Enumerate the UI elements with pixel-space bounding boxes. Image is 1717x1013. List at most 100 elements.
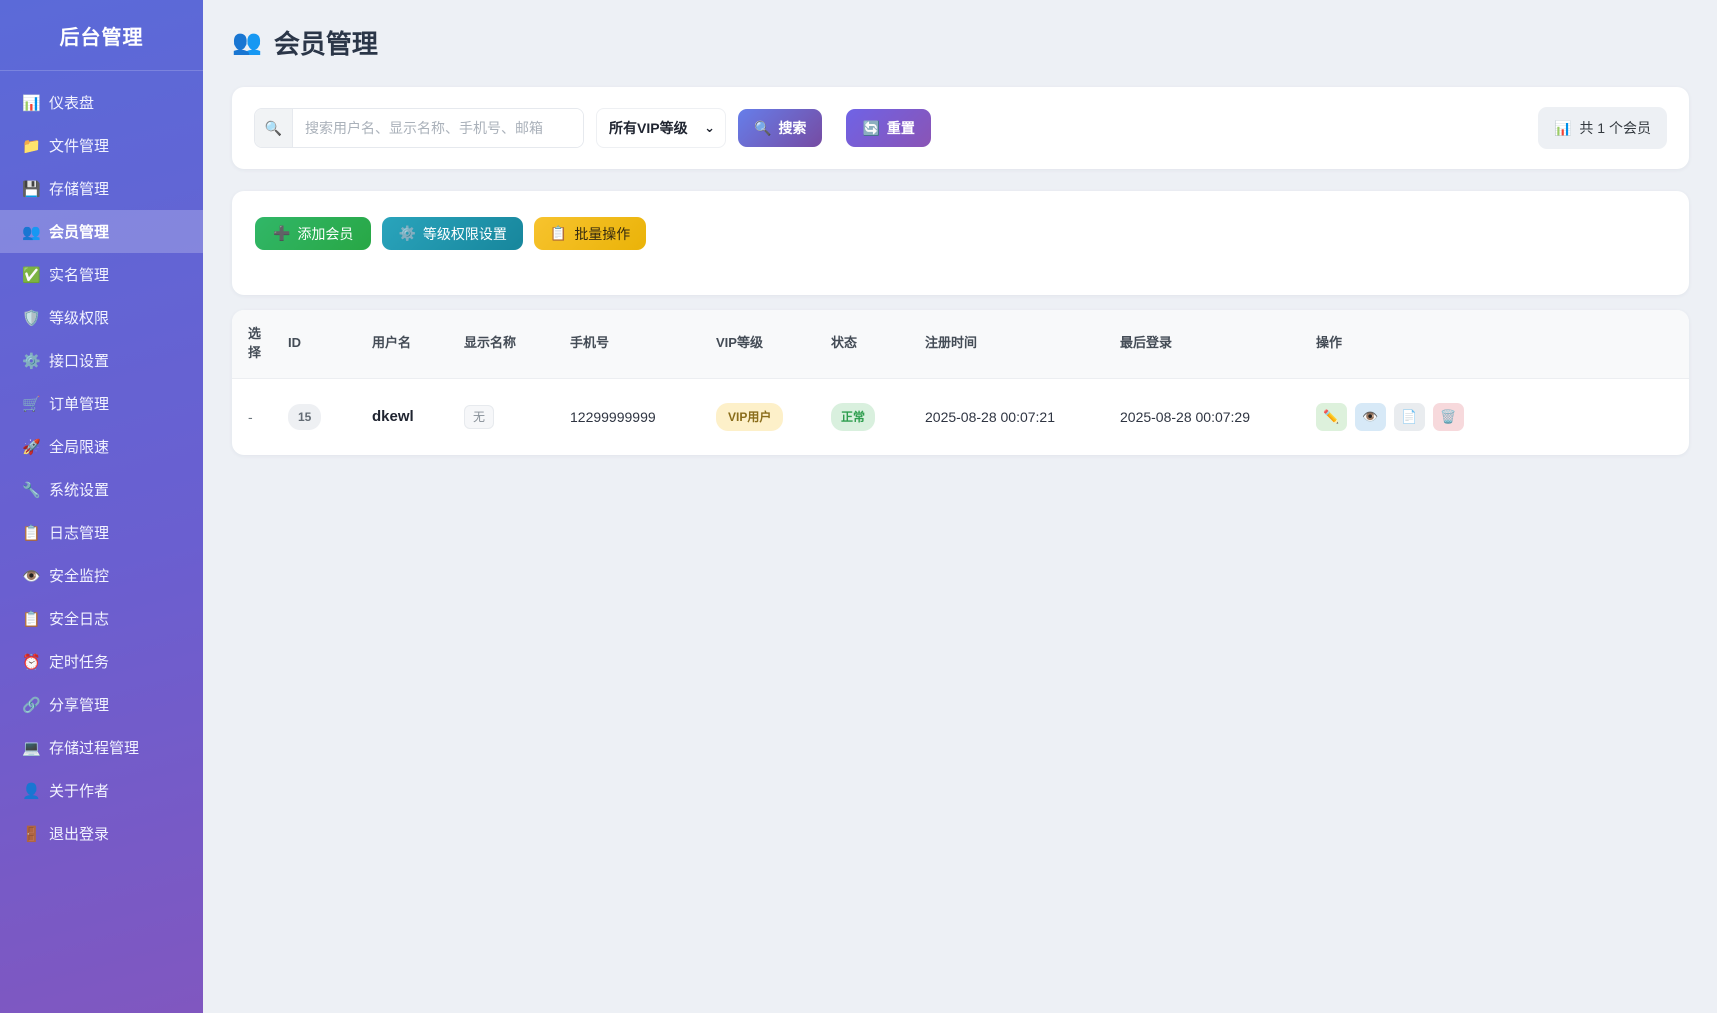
row-select[interactable]: - bbox=[248, 409, 253, 425]
sidebar-item[interactable]: 🛡️ 等级权限 bbox=[0, 296, 203, 339]
sidebar-item[interactable]: 👥 会员管理 bbox=[0, 210, 203, 253]
sidebar-item-icon: ✅ bbox=[22, 266, 40, 284]
sidebar-item[interactable]: 👁️ 安全监控 bbox=[0, 554, 203, 597]
sidebar-item[interactable]: 🔗 分享管理 bbox=[0, 683, 203, 726]
row-phone: 12299999999 bbox=[570, 409, 656, 425]
sidebar-item-label: 安全监控 bbox=[49, 565, 109, 586]
row-last-login: 2025-08-28 00:07:29 bbox=[1120, 409, 1250, 425]
sidebar-item[interactable]: 🚀 全局限速 bbox=[0, 425, 203, 468]
sidebar-item[interactable]: 💻 存储过程管理 bbox=[0, 726, 203, 769]
sidebar-item-label: 订单管理 bbox=[49, 393, 109, 414]
sidebar-item-icon: 📋 bbox=[22, 610, 40, 628]
plus-icon: ➕ bbox=[273, 225, 290, 242]
delete-button[interactable]: 🗑️ bbox=[1433, 403, 1464, 431]
sidebar-item-icon: 📊 bbox=[22, 94, 40, 112]
gear-icon: ⚙️ bbox=[398, 225, 415, 242]
table-header-cell: VIP等级 bbox=[700, 310, 815, 378]
sidebar-item[interactable]: ⏰ 定时任务 bbox=[0, 640, 203, 683]
sidebar-item[interactable]: 📋 安全日志 bbox=[0, 597, 203, 640]
sidebar-item[interactable]: 🛒 订单管理 bbox=[0, 382, 203, 425]
reset-button[interactable]: 🔄 重置 bbox=[846, 109, 930, 147]
sidebar-item-icon: 📋 bbox=[22, 524, 40, 542]
sidebar-item[interactable]: 👤 关于作者 bbox=[0, 769, 203, 812]
sidebar-item-label: 接口设置 bbox=[49, 350, 109, 371]
sidebar-item-label: 会员管理 bbox=[49, 221, 109, 242]
table-row: - 15 dkewl 无 12299999999 VIP用户 正常 2025-0… bbox=[232, 378, 1689, 455]
sidebar-item-icon: 👁️ bbox=[22, 567, 40, 585]
sidebar-item-label: 分享管理 bbox=[49, 694, 109, 715]
actions-card: ➕ 添加会员 ⚙️ 等级权限设置 📋 批量操作 bbox=[232, 191, 1689, 295]
sidebar-item-label: 关于作者 bbox=[49, 780, 109, 801]
app-title: 后台管理 bbox=[0, 0, 203, 71]
search-button-label: 搜索 bbox=[778, 118, 806, 138]
table-header-cell: 用户名 bbox=[356, 310, 448, 378]
table-header-cell: 最后登录 bbox=[1104, 310, 1300, 378]
level-permission-label: 等级权限设置 bbox=[423, 224, 507, 244]
table-header-cell: 状态 bbox=[815, 310, 909, 378]
sidebar-item[interactable]: ✅ 实名管理 bbox=[0, 253, 203, 296]
members-icon: 👥 bbox=[232, 28, 262, 57]
sidebar-item[interactable]: 📊 仪表盘 bbox=[0, 81, 203, 124]
clipboard-icon: 📋 bbox=[550, 225, 567, 242]
sidebar-item-icon: 🚪 bbox=[22, 825, 40, 843]
sidebar-item[interactable]: 🔧 系统设置 bbox=[0, 468, 203, 511]
sidebar-item[interactable]: 📋 日志管理 bbox=[0, 511, 203, 554]
batch-ops-button[interactable]: 📋 批量操作 bbox=[534, 217, 646, 250]
sidebar-item-label: 文件管理 bbox=[49, 135, 109, 156]
sidebar-item-icon: ⏰ bbox=[22, 653, 40, 671]
search-icon: 🔍 bbox=[255, 109, 293, 147]
sidebar-item-label: 退出登录 bbox=[49, 823, 109, 844]
sidebar-item-label: 存储过程管理 bbox=[49, 737, 139, 758]
reset-button-label: 重置 bbox=[887, 118, 915, 138]
sidebar-item-label: 日志管理 bbox=[49, 522, 109, 543]
sidebar-item[interactable]: ⚙️ 接口设置 bbox=[0, 339, 203, 382]
bar-chart-icon: 📊 bbox=[1554, 120, 1571, 137]
reset-icon: 🔄 bbox=[862, 120, 879, 137]
sidebar-item[interactable]: 📁 文件管理 bbox=[0, 124, 203, 167]
sidebar-item-icon: 💻 bbox=[22, 739, 40, 757]
add-member-label: 添加会员 bbox=[297, 224, 353, 244]
sidebar-item-icon: 👤 bbox=[22, 782, 40, 800]
sidebar-item-icon: 👥 bbox=[22, 223, 40, 241]
delete-icon: 🗑️ bbox=[1440, 409, 1456, 425]
level-permission-button[interactable]: ⚙️ 等级权限设置 bbox=[382, 217, 522, 250]
search-input-group: 🔍 bbox=[254, 108, 584, 148]
view-button[interactable]: 👁️ bbox=[1355, 403, 1386, 431]
add-member-button[interactable]: ➕ 添加会员 bbox=[255, 217, 371, 250]
search-filter-card: 🔍 所有VIP等级 ⌄ 🔍 搜索 🔄 重置 📊 共 1 个会员 bbox=[232, 87, 1689, 169]
sidebar-item[interactable]: 💾 存储管理 bbox=[0, 167, 203, 210]
page-title-text: 会员管理 bbox=[274, 24, 378, 61]
sidebar-item-icon: 🚀 bbox=[22, 438, 40, 456]
chevron-down-icon: ⌄ bbox=[704, 120, 715, 136]
row-register-time: 2025-08-28 00:07:21 bbox=[925, 409, 1055, 425]
members-table: 选择ID用户名显示名称手机号VIP等级状态注册时间最后登录操作 - 15 dke… bbox=[232, 310, 1689, 455]
search-button[interactable]: 🔍 搜索 bbox=[738, 109, 822, 147]
row-display-name-badge: 无 bbox=[464, 405, 494, 429]
search-button-icon: 🔍 bbox=[754, 120, 771, 137]
sidebar-item-label: 仪表盘 bbox=[49, 92, 94, 113]
sidebar-item-icon: 🔗 bbox=[22, 696, 40, 714]
view-icon: 👁️ bbox=[1362, 409, 1378, 425]
vip-level-select-value: 所有VIP等级 bbox=[609, 118, 688, 138]
table-header-cell: 选择 bbox=[232, 310, 272, 378]
search-input[interactable] bbox=[293, 109, 583, 147]
table-header-cell: 手机号 bbox=[554, 310, 700, 378]
batch-ops-label: 批量操作 bbox=[574, 224, 630, 244]
sidebar: 后台管理 📊 仪表盘 📁 文件管理 💾 存储管理 👥 会员管理 ✅ 实名管理 🛡… bbox=[0, 0, 203, 1013]
row-id-badge: 15 bbox=[288, 404, 321, 430]
member-count-label: 共 1 个会员 bbox=[1579, 118, 1651, 138]
sidebar-menu: 📊 仪表盘 📁 文件管理 💾 存储管理 👥 会员管理 ✅ 实名管理 🛡️ 等级权… bbox=[0, 71, 203, 855]
page-title: 👥 会员管理 bbox=[232, 24, 1689, 61]
table-header-cell: 注册时间 bbox=[909, 310, 1104, 378]
members-table-card: 选择ID用户名显示名称手机号VIP等级状态注册时间最后登录操作 - 15 dke… bbox=[232, 310, 1689, 455]
sidebar-item-label: 系统设置 bbox=[49, 479, 109, 500]
row-status-badge: 正常 bbox=[831, 403, 875, 431]
sidebar-item[interactable]: 🚪 退出登录 bbox=[0, 812, 203, 855]
edit-button[interactable]: ✏️ bbox=[1316, 403, 1347, 431]
table-header-cell: 操作 bbox=[1300, 310, 1689, 378]
sidebar-item-icon: 🛒 bbox=[22, 395, 40, 413]
member-count-badge: 📊 共 1 个会员 bbox=[1538, 107, 1667, 149]
table-header-cell: 显示名称 bbox=[448, 310, 554, 378]
detail-button[interactable]: 📄 bbox=[1394, 403, 1425, 431]
vip-level-select[interactable]: 所有VIP等级 ⌄ bbox=[596, 108, 726, 148]
